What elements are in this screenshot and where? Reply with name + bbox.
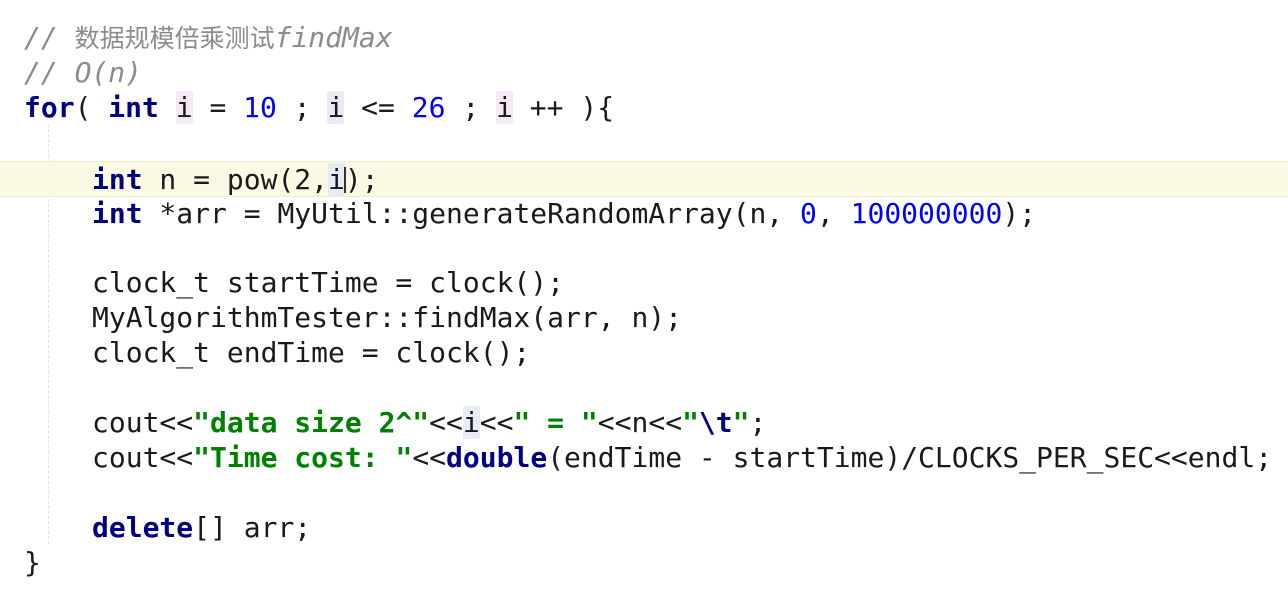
code-line-start-time[interactable]: clock_t startTime = clock();: [0, 265, 1288, 301]
code-line-find-max[interactable]: MyAlgorithmTester::findMax(arr, n);: [0, 300, 1288, 336]
code-line-comment-complexity[interactable]: // O(n): [0, 55, 1288, 91]
closing-brace: }: [24, 546, 41, 579]
code-line-arr[interactable]: int *arr = MyUtil::generateRandomArray(n…: [0, 196, 1288, 232]
code-line-delete[interactable]: delete[] arr;: [0, 510, 1288, 546]
code-line-close-brace[interactable]: }: [0, 545, 1288, 581]
end-time-statement: clock_t endTime = clock();: [92, 336, 531, 369]
code-line-end-time[interactable]: clock_t endTime = clock();: [0, 335, 1288, 371]
comment-title: // 数据规模倍乘测试findMax: [24, 21, 393, 54]
cout-data-size-statement: cout<<"data size 2^"<<i<<" = "<<n<<"\t";: [92, 406, 767, 439]
comment-complexity: // O(n): [24, 56, 143, 89]
find-max-statement: MyAlgorithmTester::findMax(arr, n);: [92, 301, 683, 334]
delete-statement: delete[] arr;: [92, 511, 312, 544]
cout-time-cost-statement: cout<<"Time cost: "<<double(endTime - st…: [92, 441, 1273, 474]
pow-statement: int n = pow(2,i);: [92, 163, 379, 196]
code-line-for[interactable]: for( int i = 10 ; i <= 26 ; i ++ ){: [0, 90, 1288, 126]
code-editor[interactable]: // 数据规模倍乘测试findMax // O(n) for( int i = …: [0, 0, 1288, 599]
code-line-cout-time-cost[interactable]: cout<<"Time cost: "<<double(endTime - st…: [0, 440, 1288, 476]
code-line-comment-title[interactable]: // 数据规模倍乘测试findMax: [0, 20, 1288, 56]
for-statement: for( int i = 10 ; i <= 26 ; i ++ ){: [24, 91, 615, 124]
code-line-pow-current[interactable]: int n = pow(2,i);: [0, 161, 1288, 197]
code-line-cout-data-size[interactable]: cout<<"data size 2^"<<i<<" = "<<n<<"\t";: [0, 405, 1288, 441]
start-time-statement: clock_t startTime = clock();: [92, 266, 565, 299]
arr-statement: int *arr = MyUtil::generateRandomArray(n…: [92, 197, 1037, 230]
